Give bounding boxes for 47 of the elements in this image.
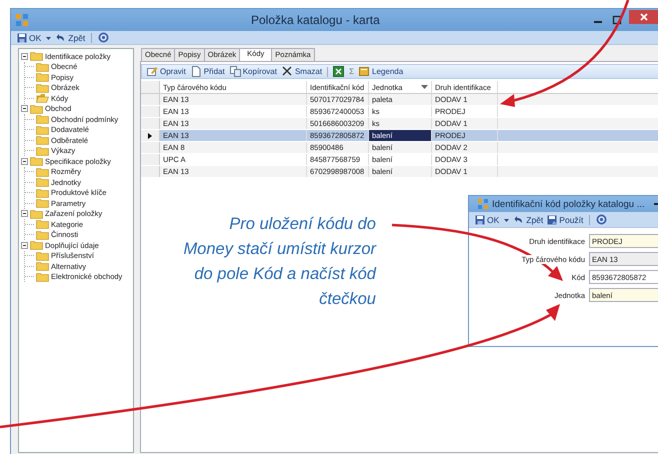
app-icon: [15, 13, 29, 27]
window-title: Položka katalogu - karta: [251, 13, 380, 27]
ok-button[interactable]: OK: [475, 214, 500, 224]
collapse-icon[interactable]: [21, 52, 28, 60]
pencil-icon: [147, 66, 158, 77]
app-icon: [477, 198, 489, 210]
help-icon[interactable]: [98, 32, 110, 43]
save-icon: [475, 214, 485, 224]
close-button[interactable]: [629, 10, 658, 24]
back-button[interactable]: Zpět: [56, 32, 86, 42]
cross-icon: [282, 66, 293, 77]
close-icon: [639, 12, 649, 22]
apply-button[interactable]: Použít: [547, 214, 584, 224]
back-button[interactable]: Zpět: [514, 214, 544, 224]
caret-icon: [421, 85, 428, 89]
edit-button[interactable]: Opravit: [147, 66, 186, 77]
undo-icon: [514, 214, 524, 224]
annotation-text: Pro uložení kódu do Money stačí umístit kurzor do pole Kód a načíst kód čtečkou: [182, 214, 376, 310]
folder-icon: [30, 156, 43, 166]
collapse-icon[interactable]: [21, 242, 28, 249]
copy-button[interactable]: Kopírovat: [230, 66, 277, 77]
collapse-icon[interactable]: [21, 158, 28, 165]
maximize-icon: [610, 14, 624, 26]
collapse-icon[interactable]: [21, 105, 28, 112]
save-icon: [547, 214, 558, 224]
undo-icon: [56, 32, 66, 42]
save-icon: [17, 32, 27, 42]
folder-icon: [30, 240, 43, 250]
spreadsheet-icon[interactable]: [333, 66, 344, 77]
row-header[interactable]: [141, 130, 160, 141]
copy-icon: [230, 66, 241, 77]
minimize-icon: [594, 21, 602, 23]
new-button[interactable]: Přidat: [190, 66, 225, 77]
help-icon[interactable]: [596, 214, 608, 225]
folder-icon: [30, 51, 43, 62]
legend-button[interactable]: Legenda: [359, 66, 404, 77]
sum-button[interactable]: Σ: [349, 67, 354, 76]
ok-button[interactable]: OK: [17, 32, 42, 42]
minimize-icon: [654, 203, 658, 205]
folder-icon: [30, 104, 43, 114]
document-icon: [190, 66, 202, 77]
folder-icon: [30, 208, 43, 219]
delete-button[interactable]: Smazat: [282, 66, 322, 77]
row-pointer-icon: [148, 132, 152, 138]
note-icon: [359, 66, 370, 77]
collapse-icon[interactable]: [21, 210, 28, 218]
dialog-title: Identifikační kód položky katalogu ...: [492, 198, 645, 210]
